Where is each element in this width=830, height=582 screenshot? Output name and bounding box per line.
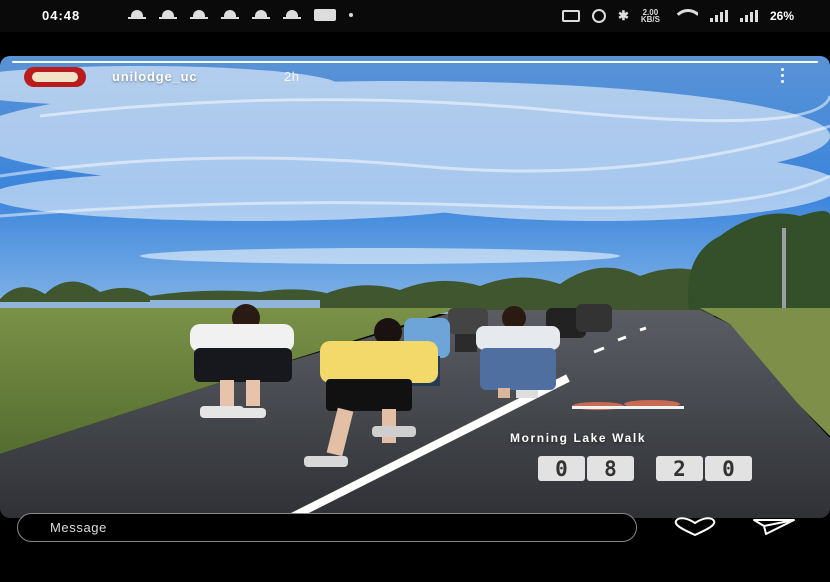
story-caption: Morning Lake Walk (510, 431, 647, 445)
battery-percent: 26% (769, 9, 794, 23)
send-icon[interactable] (752, 518, 796, 536)
teams-icon (314, 9, 336, 21)
network-speed-unit: KB/S (640, 15, 660, 24)
status-bar: 04:48 ✱ 2.00 KB/S 26% (0, 0, 830, 32)
story-photo (0, 56, 830, 518)
system-icons: ✱ 2.00 KB/S 26% (561, 8, 794, 24)
network-speed: 2.00 KB/S (640, 9, 660, 24)
signal-icon (709, 10, 728, 22)
notification-bell-icon (128, 9, 146, 21)
message-input[interactable] (18, 514, 636, 541)
message-field[interactable] (17, 513, 637, 542)
wifi-icon (671, 9, 698, 23)
notification-bell-icon (159, 9, 177, 21)
timer-digit: 8 (587, 456, 634, 481)
timer-sticker: 0 8 2 0 (538, 456, 752, 481)
notification-icons (128, 9, 353, 21)
timer-digit: 2 (656, 456, 703, 481)
avatar[interactable] (24, 67, 86, 87)
notification-bell-icon (283, 9, 301, 21)
heart-icon[interactable] (672, 517, 718, 537)
status-time: 04:48 (42, 8, 81, 23)
alarm-icon (591, 9, 606, 23)
notification-bell-icon (190, 9, 208, 21)
bluetooth-icon: ✱ (617, 8, 629, 23)
timer-digit: 0 (705, 456, 752, 481)
timer-minutes: 0 8 (538, 456, 634, 481)
timer-digit: 0 (538, 456, 585, 481)
story-progress-bar (12, 61, 818, 63)
notification-bell-icon (252, 9, 270, 21)
story-view[interactable]: unilodge_uc 2h Morning Lake Walk 0 8 2 0 (0, 56, 830, 518)
more-options-icon[interactable] (776, 68, 788, 86)
timer-seconds: 2 0 (656, 456, 752, 481)
nfc-icon (561, 10, 580, 22)
timer-separator (638, 456, 652, 481)
story-timestamp: 2h (284, 69, 300, 84)
story-progress-fill (12, 61, 818, 63)
notification-bell-icon (221, 9, 239, 21)
signal-icon-sim2 (739, 10, 758, 22)
more-notifications-dot (349, 13, 353, 17)
story-username[interactable]: unilodge_uc (112, 69, 197, 84)
